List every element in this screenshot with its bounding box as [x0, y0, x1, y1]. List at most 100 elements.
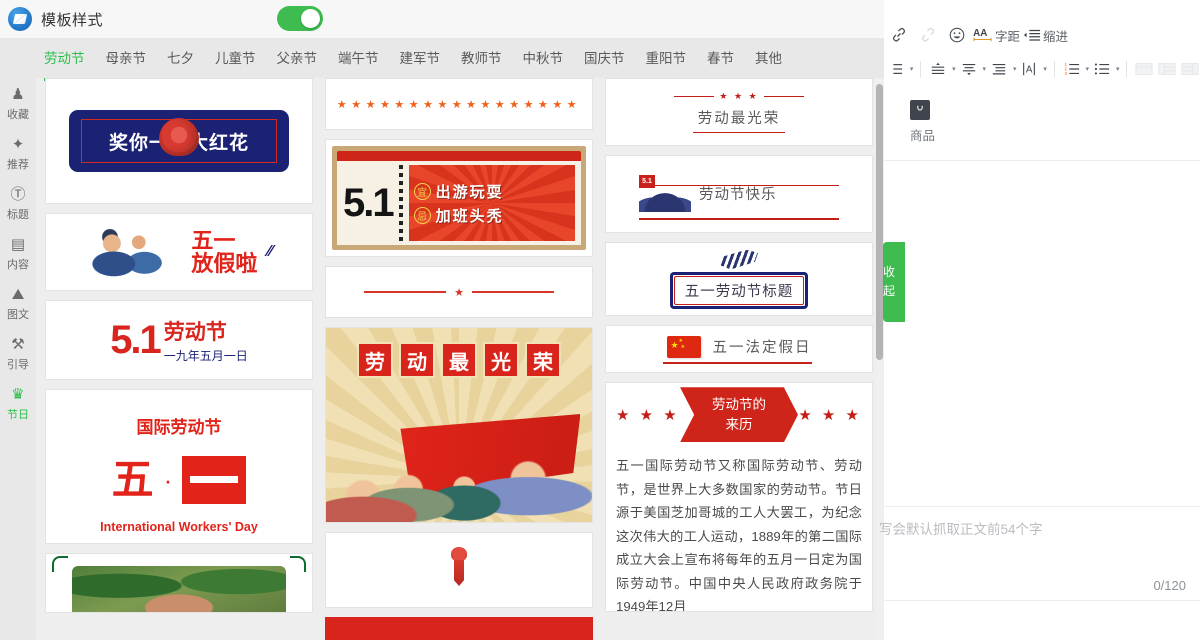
tab-7[interactable]: 教师节	[461, 47, 502, 69]
template-card-line-divider[interactable]: ★	[325, 266, 593, 318]
template-card-title-glory[interactable]: ★ ★ ★ 劳动最光荣	[605, 78, 873, 146]
product-insert-block[interactable]: 商品	[884, 86, 1200, 144]
text-frame-caret-icon[interactable]: ▾	[1043, 65, 1047, 73]
indent-button[interactable]: 缩进	[1023, 26, 1068, 45]
align-center-caret-icon[interactable]: ▾	[983, 65, 987, 73]
template-card-title-flag[interactable]: ★ ★ ★ 五一法定假日	[605, 325, 873, 373]
title-box-icon: Ⓣ	[10, 185, 26, 203]
article-stars-right: ★ ★ ★	[798, 406, 862, 424]
line-height-icon[interactable]	[886, 56, 906, 82]
fiveone-number: 5.1	[110, 317, 162, 362]
ticket-badge-bad: 忌	[413, 206, 431, 224]
template-card-big-flower[interactable]: 奖你一朵大红花	[45, 78, 313, 204]
toolbar-separator-2	[1053, 60, 1055, 78]
ticket-right-panel: 宜 出游玩耍 忌 加班头秃	[408, 165, 575, 241]
article-banner-line1: 劳动节的	[712, 397, 766, 413]
rail-item-图文[interactable]: ⛰ 图文	[0, 284, 36, 322]
star-row: ★★★★★★★★★★★★★★★★★	[336, 98, 582, 111]
table-layout-3-icon[interactable]	[1180, 56, 1200, 82]
ordered-list-icon[interactable]: 1 2 3	[1062, 56, 1082, 82]
align-justify-caret-icon[interactable]: ▾	[1013, 65, 1017, 73]
rail-item-内容[interactable]: ▤ 内容	[0, 234, 36, 272]
tab-6[interactable]: 建军节	[400, 47, 441, 69]
ticket-perforation	[398, 165, 403, 241]
holiday-text: 五一 放假啦	[191, 229, 257, 275]
align-justify-icon[interactable]	[989, 56, 1009, 82]
fiveone-labels: 劳动节 一九年五月一日	[164, 316, 248, 364]
align-vertical-caret-icon[interactable]: ▾	[952, 65, 956, 73]
tab-5[interactable]: 端午节	[338, 47, 379, 69]
template-card-international[interactable]: 国际劳动节 五 · International Workers' Day	[45, 389, 313, 544]
template-card-photo[interactable]	[45, 553, 313, 613]
title1-underline	[693, 131, 785, 134]
international-heading: 国际劳动节	[136, 418, 222, 437]
editor-divider-3	[884, 600, 1200, 601]
rail-item-收藏[interactable]: ♟ 收藏	[0, 84, 36, 122]
collapse-panel-button[interactable]: 收起	[883, 242, 905, 322]
template-card-title-boxed[interactable]: 五一劳动节标题	[605, 242, 873, 316]
rail-label-0: 收藏	[7, 109, 29, 121]
rail-item-节日[interactable]: ♛ 节日	[0, 384, 36, 422]
template-logo-icon	[8, 7, 32, 31]
person-icon: ♟	[11, 85, 25, 103]
red-bar-shape	[182, 456, 247, 504]
workers-illustration	[85, 225, 182, 279]
template-style-toggle[interactable]	[277, 6, 323, 31]
rail-item-标题[interactable]: Ⓣ 标题	[0, 184, 36, 222]
ordered-list-caret-icon[interactable]: ▾	[1086, 65, 1090, 73]
template-card-ticket[interactable]: 5.1 宜 出游玩耍 忌 加班头秃	[325, 139, 593, 257]
title2-middle: 5.1 劳动节快乐	[639, 171, 839, 218]
unlink-icon[interactable]	[915, 22, 941, 48]
ticket-top-bar	[337, 151, 581, 161]
letter-spacing-button[interactable]: AA 字距	[973, 26, 1020, 45]
link-icon[interactable]	[886, 22, 912, 48]
template-card-medal[interactable]	[325, 532, 593, 608]
table-layout-2-icon[interactable]	[1157, 56, 1177, 82]
ticket-text-bad: 加班头秃	[435, 207, 504, 225]
red-flower-icon	[159, 118, 199, 156]
tab-2[interactable]: 七夕	[167, 47, 194, 69]
template-card-fiveone[interactable]: 5.1 劳动节 一九年五月一日	[45, 300, 313, 380]
text-frame-icon[interactable]: A	[1019, 56, 1039, 82]
cards-column-3: ★ ★ ★ 劳动最光荣 5.1 劳动节快乐 五一劳动节标题 ★ ★ ★ 五一法定…	[605, 78, 873, 621]
unordered-list-icon[interactable]	[1092, 56, 1112, 82]
tab-9[interactable]: 国庆节	[584, 47, 625, 69]
title1-star-glyphs: ★ ★ ★	[719, 90, 759, 101]
tab-4[interactable]: 父亲节	[277, 47, 318, 69]
magic-wand-icon: ✦	[11, 135, 25, 153]
editor-divider-2	[884, 506, 1200, 507]
poster-char-4: 荣	[525, 342, 561, 378]
template-card-title-happy[interactable]: 5.1 劳动节快乐	[605, 155, 873, 233]
title1-stars: ★ ★ ★	[674, 90, 804, 102]
template-card-holiday[interactable]: 五一 放假啦 ⁄⁄	[45, 213, 313, 291]
line-height-caret-icon[interactable]: ▾	[910, 65, 914, 73]
tropical-palm-photo	[72, 566, 286, 612]
digest-char-counter: 0/120	[1153, 578, 1186, 593]
rail-item-推荐[interactable]: ✦ 推荐	[0, 134, 36, 172]
template-card-red-banner[interactable]	[325, 617, 593, 640]
rail-item-引导[interactable]: ⚒ 引导	[0, 334, 36, 372]
tab-10[interactable]: 重阳节	[646, 47, 687, 69]
svg-text:3: 3	[1064, 71, 1067, 76]
cards-column-1: 奖你一朵大红花 五一 放假啦 ⁄⁄ 5.1 劳动节 一九年五月一日	[45, 78, 313, 622]
unordered-list-caret-icon[interactable]: ▾	[1116, 65, 1120, 73]
template-card-star-divider[interactable]: ★★★★★★★★★★★★★★★★★	[325, 78, 593, 130]
tab-11[interactable]: 春节	[707, 47, 734, 69]
template-card-poster[interactable]: 劳动最光荣	[325, 327, 593, 523]
tab-12[interactable]: 其他	[755, 47, 782, 69]
tab-1[interactable]: 母亲节	[106, 47, 147, 69]
template-card-article[interactable]: ★ ★ ★ 劳动节的 来历 ★ ★ ★ 五一国际劳动节又称国际劳动节、劳动节，是…	[605, 382, 873, 612]
template-panel: 模板样式 劳动节 母亲节 七夕 儿童节 父亲节 端午节 建军节 教师节 中秋节 国庆节 重阳节 春节其…	[0, 0, 884, 640]
emoji-icon[interactable]	[944, 22, 970, 48]
align-vertical-icon[interactable]	[928, 56, 948, 82]
tab-3[interactable]: 儿童节	[215, 47, 256, 69]
table-layout-1-icon[interactable]	[1134, 56, 1154, 82]
divider-line-right	[471, 291, 554, 293]
tab-0[interactable]: 劳动节	[44, 47, 85, 69]
align-center-icon[interactable]	[959, 56, 979, 82]
holiday-line2: 放假啦	[191, 251, 258, 276]
tab-8[interactable]: 中秋节	[523, 47, 564, 69]
panel-scrollbar-thumb[interactable]	[876, 84, 883, 360]
title2-badge: 5.1	[639, 174, 655, 188]
article-banner-line2: 来历	[725, 416, 753, 432]
